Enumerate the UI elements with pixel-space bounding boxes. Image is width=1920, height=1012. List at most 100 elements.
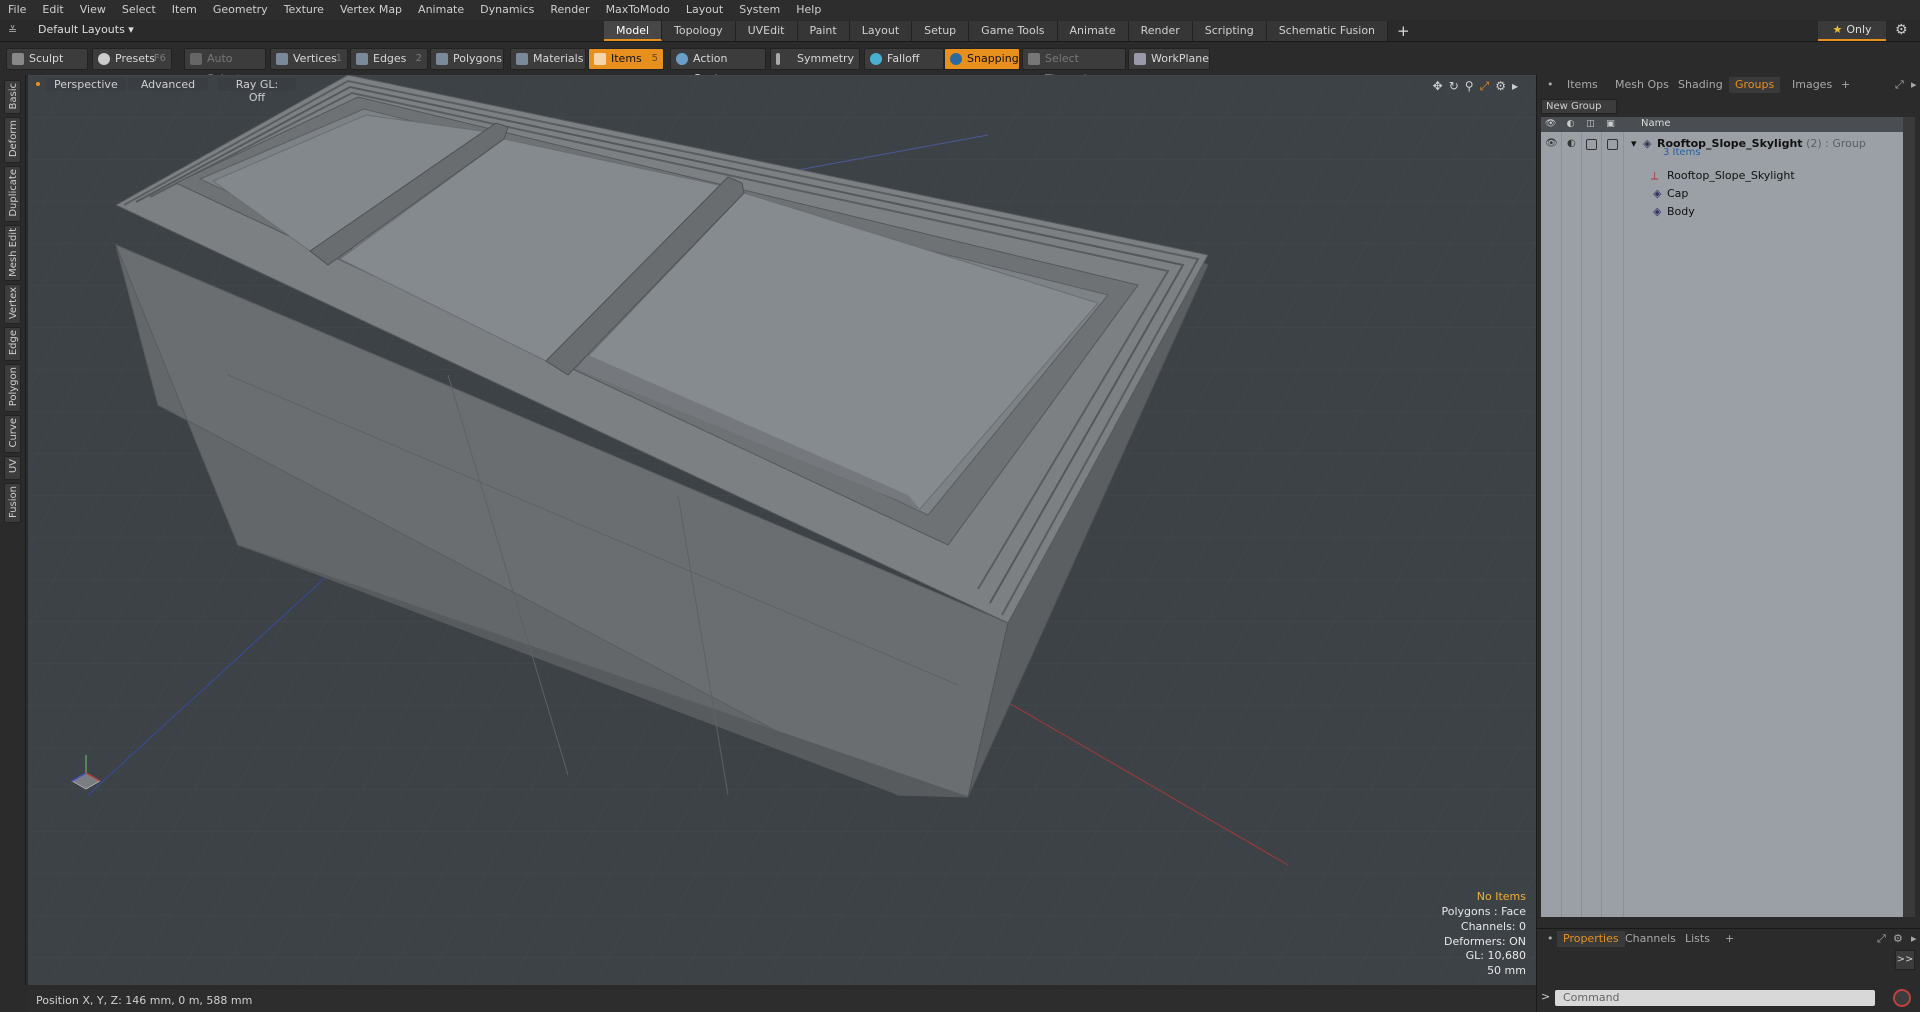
command-input[interactable]: Command — [1555, 990, 1875, 1006]
left-tab-deform[interactable]: Deform — [4, 117, 21, 163]
menu-item[interactable]: Item — [164, 0, 205, 20]
select-column-icon[interactable]: ▣ — [1605, 119, 1616, 130]
add-tab-button[interactable]: + — [1388, 21, 1419, 41]
expand-button[interactable]: >> — [1895, 950, 1915, 970]
lock-checkbox[interactable] — [1586, 139, 1597, 150]
render-column-icon[interactable]: ◐ — [1565, 119, 1576, 130]
tab-scripting[interactable]: Scripting — [1192, 21, 1267, 41]
menu-edit[interactable]: Edit — [34, 0, 71, 20]
name-column-header[interactable]: Name — [1641, 118, 1671, 129]
left-tab-mesh-edit[interactable]: Mesh Edit — [4, 225, 21, 281]
shading-button[interactable]: Advanced — [128, 78, 208, 91]
tab-setup[interactable]: Setup — [912, 21, 970, 41]
falloff-button[interactable]: Falloff — [864, 48, 944, 70]
viewport-gear-icon[interactable]: ⚙ — [1495, 79, 1506, 94]
tab-animate[interactable]: Animate — [1057, 21, 1129, 41]
list-item[interactable]: ⟂ Rooftop_Slope_Skylight — [1541, 167, 1903, 185]
command-run-button[interactable] — [1893, 989, 1911, 1007]
zoom-icon[interactable]: ⚲ — [1465, 79, 1474, 94]
left-tab-duplicate[interactable]: Duplicate — [4, 166, 21, 222]
new-group-button[interactable]: New Group — [1541, 99, 1617, 114]
symmetry-button[interactable]: Symmetry — [770, 48, 860, 70]
tab-shading[interactable]: Shading — [1672, 77, 1729, 93]
materials-button[interactable]: Materials — [510, 48, 586, 70]
tab-properties[interactable]: Properties — [1557, 931, 1625, 947]
tab-topology[interactable]: Topology — [662, 21, 736, 41]
tab-schematic-fusion[interactable]: Schematic Fusion — [1266, 21, 1389, 41]
tab-lists[interactable]: Lists — [1679, 931, 1716, 947]
layout-select[interactable]: Default Layouts ▾ — [38, 23, 134, 36]
group-row[interactable]: 👁 ◐ ▾ ◈ Rooftop_Slope_Skylight (2) : Gro… — [1541, 135, 1903, 165]
menu-layout[interactable]: Layout — [678, 0, 731, 20]
left-tab-edge[interactable]: Edge — [4, 327, 21, 361]
menu-animate[interactable]: Animate — [410, 0, 472, 20]
select-checkbox[interactable] — [1607, 139, 1618, 150]
pan-icon[interactable]: ✥ — [1433, 79, 1443, 94]
panel-menu-dot[interactable]: • — [1541, 77, 1560, 93]
tab-game-tools[interactable]: Game Tools — [969, 21, 1058, 41]
3d-viewport[interactable]: Perspective Advanced Ray GL: Off ✥ ↻ ⚲ ⤢… — [28, 75, 1536, 985]
visibility-column-icon[interactable]: 👁 — [1545, 119, 1556, 130]
viewport-menu-dot[interactable] — [36, 82, 40, 86]
add-properties-tab-button[interactable]: + — [1719, 931, 1740, 947]
render-toggle-icon[interactable]: ◐ — [1567, 138, 1579, 149]
add-panel-tab-button[interactable]: + — [1835, 77, 1856, 93]
left-tab-fusion[interactable]: Fusion — [4, 483, 21, 523]
fit-icon[interactable]: ⤢ — [1480, 79, 1490, 94]
group-icon: ◈ — [1643, 137, 1652, 150]
menu-render[interactable]: Render — [542, 0, 597, 20]
collapse-icon[interactable]: ≚ — [8, 24, 20, 37]
menu-vertex-map[interactable]: Vertex Map — [332, 0, 410, 20]
gear-icon[interactable]: ⚙ — [1895, 22, 1908, 38]
tab-channels[interactable]: Channels — [1619, 931, 1682, 947]
polygons-button[interactable]: Polygons — [430, 48, 504, 70]
left-tab-vertex[interactable]: Vertex — [4, 284, 21, 324]
raygl-button[interactable]: Ray GL: Off — [218, 78, 296, 104]
left-tab-basic[interactable]: Basic — [4, 80, 21, 114]
auto-select-button[interactable]: Auto Select — [184, 48, 266, 85]
tab-uvedit[interactable]: UVEdit — [735, 21, 798, 41]
menu-system[interactable]: System — [731, 0, 788, 20]
menu-help[interactable]: Help — [788, 0, 829, 20]
tab-paint[interactable]: Paint — [797, 21, 850, 41]
view-mode-button[interactable]: Perspective — [46, 78, 126, 91]
list-scrollbar[interactable] — [1903, 117, 1915, 917]
left-tab-curve[interactable]: Curve — [4, 415, 21, 453]
menu-texture[interactable]: Texture — [276, 0, 332, 20]
tab-images[interactable]: Images — [1786, 77, 1838, 93]
list-item[interactable]: ◈ Cap — [1541, 185, 1903, 203]
menu-geometry[interactable]: Geometry — [205, 0, 276, 20]
tab-mesh-ops[interactable]: Mesh Ops — [1609, 77, 1675, 93]
menu-maxtomodo[interactable]: MaxToModo — [598, 0, 678, 20]
properties-arrow-icon[interactable]: ▸ — [1905, 931, 1920, 947]
left-tab-uv[interactable]: UV — [4, 456, 21, 480]
select-through-button[interactable]: Select Through — [1022, 48, 1126, 85]
workplane-button[interactable]: WorkPlane — [1128, 48, 1210, 70]
lock-column-icon[interactable]: ◫ — [1585, 119, 1596, 130]
panel-arrow-icon[interactable]: ▸ — [1905, 77, 1920, 93]
left-tab-polygon[interactable]: Polygon — [4, 364, 21, 412]
tab-groups[interactable]: Groups — [1729, 77, 1781, 93]
sculpt-button[interactable]: Sculpt — [6, 48, 88, 70]
viewport-scene[interactable] — [28, 75, 1536, 985]
rotate-icon[interactable]: ↻ — [1449, 79, 1459, 94]
viewport-arrow-icon[interactable]: ▸ — [1512, 79, 1518, 94]
edges-button[interactable]: Edges 2 — [350, 48, 428, 70]
presets-button[interactable]: Presets F6 — [92, 48, 172, 70]
menu-file[interactable]: File — [0, 0, 34, 20]
tab-items[interactable]: Items — [1561, 77, 1604, 93]
menu-dynamics[interactable]: Dynamics — [472, 0, 542, 20]
tab-render[interactable]: Render — [1128, 21, 1193, 41]
action-center-button[interactable]: Action Center — [670, 48, 766, 85]
tab-model[interactable]: Model — [604, 21, 663, 41]
snapping-button[interactable]: Snapping — [944, 48, 1020, 70]
items-button[interactable]: Items 5 — [588, 48, 664, 70]
menu-select[interactable]: Select — [114, 0, 164, 20]
expand-arrow-icon[interactable]: ▾ — [1631, 137, 1637, 150]
eye-icon[interactable]: 👁 — [1545, 138, 1558, 149]
menu-view[interactable]: View — [72, 0, 114, 20]
vertices-button[interactable]: Vertices 1 — [270, 48, 348, 70]
list-item[interactable]: ◈ Body — [1541, 203, 1903, 221]
tab-layout[interactable]: Layout — [849, 21, 913, 41]
only-button[interactable]: ★ Only — [1818, 21, 1886, 41]
